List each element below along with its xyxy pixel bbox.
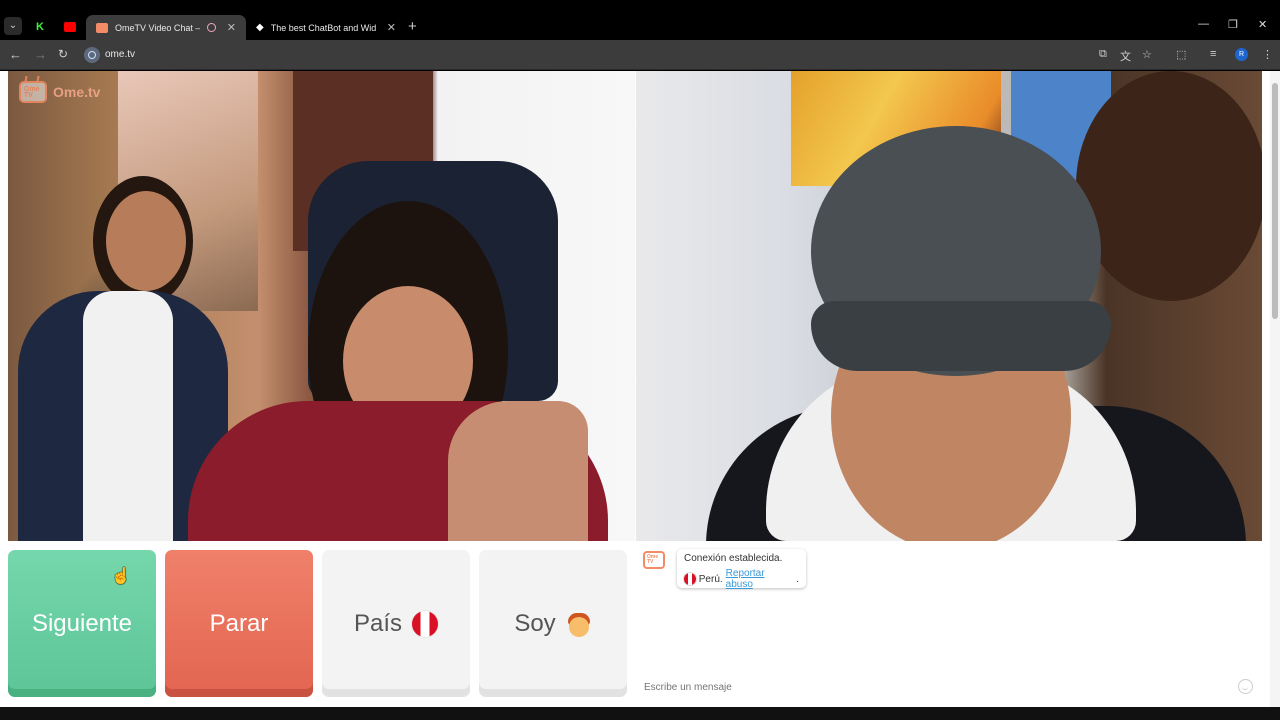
country-button[interactable]: País <box>322 550 470 697</box>
next-label: Siguiente <box>31 609 133 637</box>
pinned-tab-kick[interactable]: K <box>26 17 54 37</box>
brand-name: Ome.tv <box>53 84 101 100</box>
kick-icon: K <box>36 21 44 33</box>
address-bar[interactable]: ome.tv <box>105 49 135 60</box>
close-window-icon[interactable]: ✕ <box>1258 18 1267 31</box>
site-info-icon[interactable] <box>84 47 100 63</box>
restore-icon[interactable]: ❐ <box>1228 18 1238 31</box>
chat-tv-logo-icon: Ome TV <box>643 551 665 569</box>
tab-title: The best ChatBot and Widgets <box>270 22 376 33</box>
reading-list-icon[interactable]: ≡ <box>1210 48 1216 60</box>
bottom-edge <box>0 707 1280 720</box>
local-video <box>8 71 635 541</box>
tab-search-icon[interactable]: ⌄ <box>4 17 22 35</box>
tab-title: OmeTV Video Chat — Ome <box>115 22 200 33</box>
system-message: Conexión establecida. Perú. Reportar abu… <box>677 549 806 590</box>
message-input[interactable] <box>636 675 1262 699</box>
scrollbar-thumb[interactable] <box>1272 83 1278 319</box>
peru-flag-icon <box>684 573 696 585</box>
back-icon[interactable]: ← <box>9 47 22 62</box>
gender-button[interactable]: Soy <box>479 550 627 697</box>
report-abuse-link[interactable]: Reportar abuso <box>726 568 794 590</box>
mouse-cursor-icon: ☝ <box>111 568 131 585</box>
emoji-smile-icon[interactable] <box>1238 679 1253 694</box>
country-label: País <box>353 609 403 637</box>
browser-toolbar: ← → ↻ ome.tv ⧉ 文 ☆ ⬚ ≡ R ⋮ <box>0 40 1280 70</box>
tab-ometv[interactable]: OmeTV Video Chat — Ome ✕ <box>86 15 246 40</box>
report-suffix: . <box>796 573 799 585</box>
ometv-logo[interactable]: Ome TV Ome.tv <box>19 81 100 103</box>
stop-button[interactable]: Parar <box>165 550 313 697</box>
chat-logo-text: Ome TV <box>647 554 659 565</box>
pinned-tab-youtube[interactable] <box>56 17 84 37</box>
close-tab-icon[interactable]: ✕ <box>227 21 236 34</box>
new-tab-button[interactable]: + <box>408 18 417 35</box>
close-tab-icon[interactable]: ✕ <box>387 21 396 34</box>
forward-icon[interactable]: → <box>34 47 47 62</box>
tab-strip: ⌄ K OmeTV Video Chat — Ome ✕ ◆ The best … <box>0 0 1280 40</box>
tv-logo-icon: Ome TV <box>19 81 47 103</box>
boy-emoji-icon <box>566 611 592 637</box>
next-button[interactable]: Siguiente <box>8 550 156 697</box>
remote-video <box>636 71 1262 541</box>
stranger-country: Perú. <box>698 573 723 585</box>
tab-chatbot[interactable]: ◆ The best ChatBot and Widgets ✕ <box>246 15 406 40</box>
diamond-icon: ◆ <box>256 22 264 33</box>
menu-dots-icon[interactable]: ⋮ <box>1262 48 1273 61</box>
translate-icon[interactable]: 文 <box>1120 48 1131 64</box>
youtube-icon <box>64 22 76 32</box>
ometv-favicon <box>96 22 108 33</box>
stop-label: Parar <box>209 609 269 637</box>
connection-status: Conexión establecida. <box>684 553 783 564</box>
profile-avatar[interactable]: R <box>1235 48 1248 61</box>
page-scrollbar[interactable] <box>1270 71 1280 711</box>
minimize-icon[interactable]: — <box>1198 18 1209 30</box>
logo-text: Ome TV <box>24 86 40 99</box>
bookmark-star-icon[interactable]: ☆ <box>1142 48 1152 61</box>
recording-icon <box>207 23 216 32</box>
gender-label: Soy <box>514 609 556 637</box>
install-app-icon[interactable]: ⧉ <box>1099 48 1107 61</box>
reload-icon[interactable]: ↻ <box>58 47 68 61</box>
extensions-icon[interactable]: ⬚ <box>1176 48 1186 61</box>
peru-flag-icon <box>412 610 439 637</box>
